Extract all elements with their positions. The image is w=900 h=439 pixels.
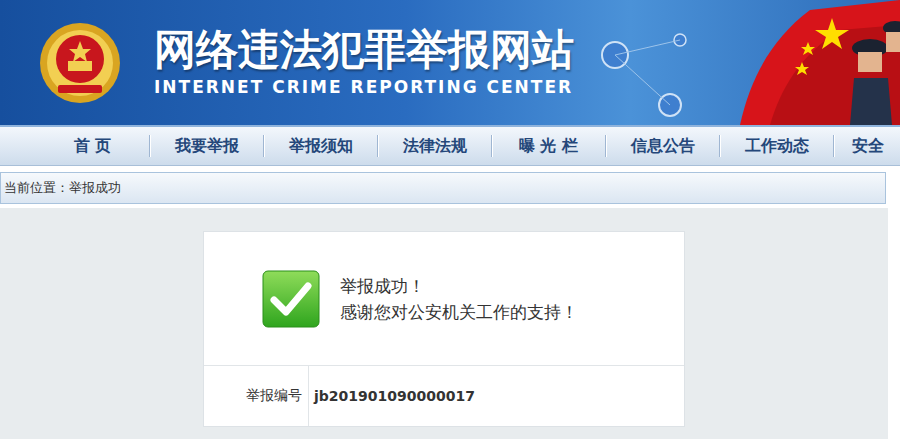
police-emblem-icon (38, 21, 122, 105)
breadcrumb: 当前位置：举报成功 (0, 172, 886, 204)
nav-item[interactable]: 信息公告 (606, 135, 720, 157)
success-check-icon (262, 270, 320, 328)
result-title: 举报成功！ (340, 275, 578, 297)
flag-banner-icon (570, 0, 900, 125)
result-card: 举报成功！ 感谢您对公安机关工作的支持！ 举报编号jb201901090000017 (203, 231, 685, 427)
content-area: 举报成功！ 感谢您对公安机关工作的支持！ 举报编号jb201901090000017 (0, 208, 888, 439)
nav-item[interactable]: 安全 (834, 135, 900, 157)
nav-item[interactable]: 首 页 (36, 135, 150, 157)
detail-row: 举报编号jb201901090000017 (204, 366, 684, 426)
result-message: 举报成功！ 感谢您对公安机关工作的支持！ (204, 232, 684, 366)
nav-item[interactable]: 举报须知 (264, 135, 378, 157)
nav-item[interactable]: 法律法规 (378, 135, 492, 157)
result-message-text: 感谢您对公安机关工作的支持！ (340, 301, 578, 323)
nav-item[interactable]: 工作动态 (720, 135, 834, 157)
site-subtitle: INTERNET CRIME REPORTING CENTER (154, 77, 574, 97)
nav-item[interactable]: 我要举报 (150, 135, 264, 157)
result-texts: 举报成功！ 感谢您对公安机关工作的支持！ (340, 275, 578, 323)
site-titles: 网络违法犯罪举报网站 INTERNET CRIME REPORTING CENTE… (154, 27, 574, 98)
site-title: 网络违法犯罪举报网站 (154, 27, 574, 73)
detail-label: 举报编号 (204, 366, 309, 426)
site-header: 网络违法犯罪举报网站 INTERNET CRIME REPORTING CENTE… (0, 0, 900, 127)
detail-value: jb201901090000017 (309, 366, 475, 426)
main-nav: 首 页我要举报举报须知法律法规曝 光 栏信息公告工作动态安全 (0, 127, 900, 166)
nav-item[interactable]: 曝 光 栏 (492, 135, 606, 157)
